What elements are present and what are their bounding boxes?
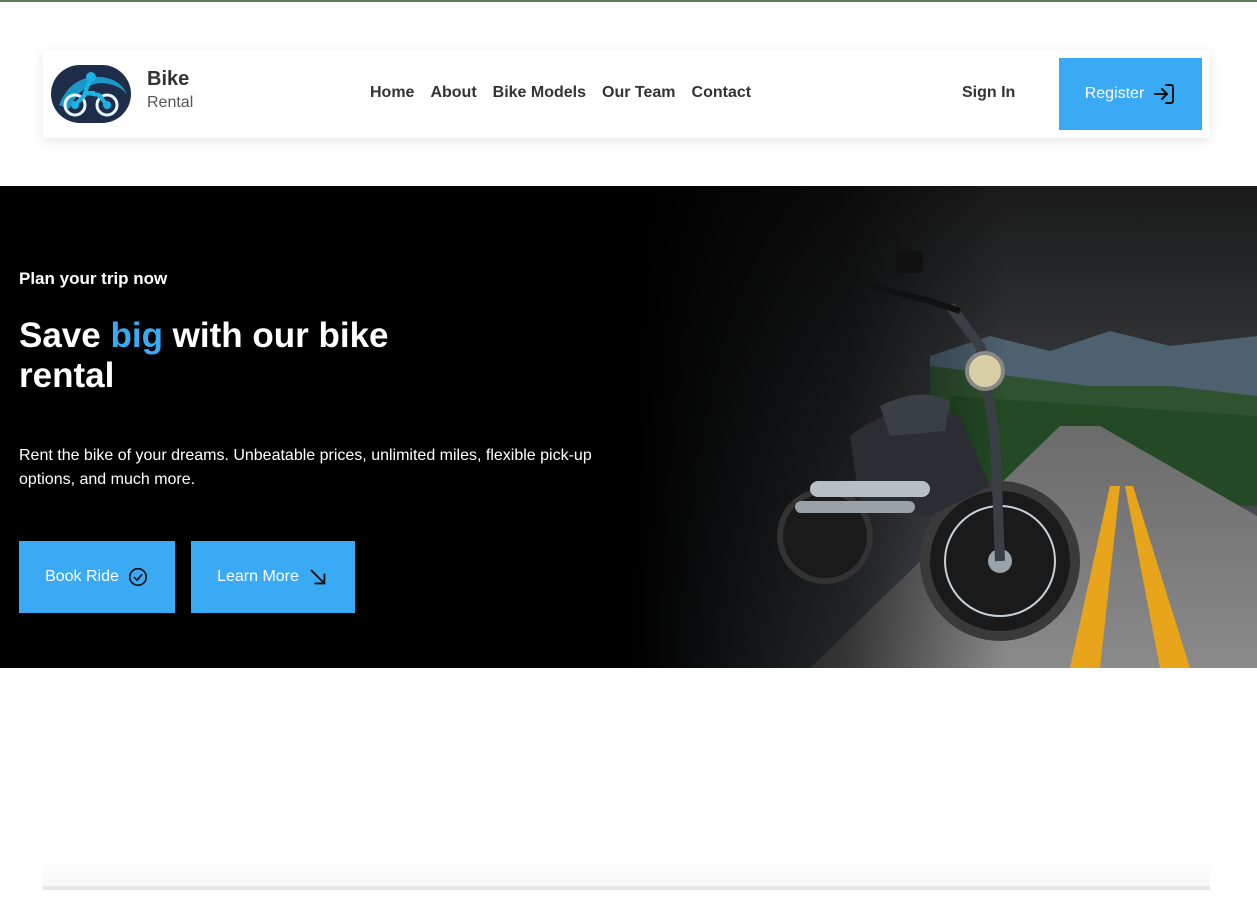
hero-description: Rent the bike of your dreams. Unbeatable… [19, 447, 592, 488]
register-label: Register [1084, 85, 1145, 102]
sign-in-link[interactable]: Sign In [962, 84, 1015, 102]
check-circle-icon [128, 567, 147, 587]
brand-name: Bike [147, 68, 190, 90]
arrow-down-right-icon [310, 569, 326, 585]
nav-our-team[interactable]: Our Team [602, 84, 676, 102]
register-button[interactable]: Register [1059, 58, 1202, 130]
section-shadow [43, 860, 1210, 886]
nav-contact[interactable]: Contact [692, 84, 752, 102]
hero-subtitle: Plan your trip now [19, 269, 168, 288]
top-border [0, 0, 1257, 2]
sign-in-arrow-icon [1154, 84, 1175, 104]
hero-title-accent: big [110, 316, 163, 355]
nav-about[interactable]: About [430, 84, 476, 102]
nav-home[interactable]: Home [370, 84, 414, 102]
nav-bike-models[interactable]: Bike Models [493, 84, 586, 102]
hero-motorcycle-image [630, 186, 1257, 668]
book-ride-label: Book Ride [45, 568, 119, 585]
brand-subname: Rental [147, 94, 194, 111]
hero-title-part1: Save [19, 316, 111, 355]
book-ride-button[interactable]: Book Ride [19, 541, 175, 613]
motorcycle-rider-icon [59, 72, 127, 117]
learn-more-label: Learn More [217, 568, 299, 585]
section-divider [43, 886, 1210, 890]
logo[interactable] [51, 65, 131, 123]
navbar: Bike Rental Home About Bike Models Our T… [43, 50, 1210, 138]
hero-section: Plan your trip now Save big with our bik… [0, 186, 1257, 668]
learn-more-button[interactable]: Learn More [191, 541, 355, 613]
hero-title: Save big with our bike rental [19, 316, 439, 396]
main-nav: Home About Bike Models Our Team Contact [370, 84, 751, 102]
